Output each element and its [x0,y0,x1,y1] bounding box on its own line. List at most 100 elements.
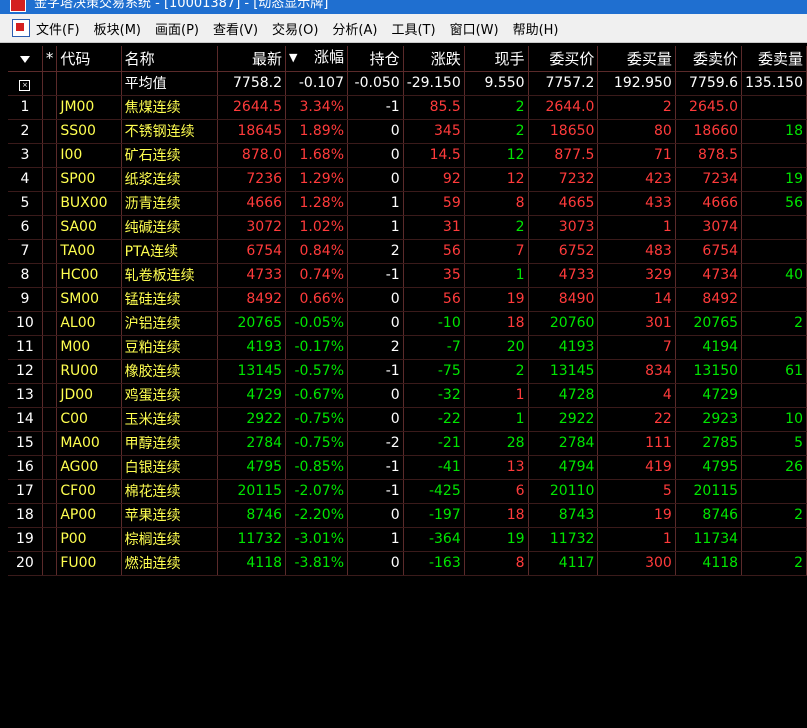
row-pct: 3.34% [285,95,348,120]
table-row[interactable]: 13 JD00 鸡蛋连续 4729 -0.67% 0 -32 1 4728 4 4729 [8,383,807,408]
row-code: CF00 [56,479,122,504]
row-code: AP00 [56,503,122,528]
table-row[interactable]: 5 BUX00 沥青连续 4666 1.28% 1 59 8 4665 433 4666 56 [8,191,807,216]
average-row[interactable]: × 平均值 7758.2 -0.107 -0.050 -29.150 9.550… [8,71,807,96]
table-row[interactable]: 15 MA00 甲醇连续 2784 -0.75% -2 -21 28 2784 111 2785 5 [8,431,807,456]
row-bidvol: 1 [597,527,676,552]
avg-pct: -0.107 [285,71,348,96]
row-bid: 4117 [528,551,599,576]
menu-tools[interactable]: 工具(T) [391,19,435,38]
table-row[interactable]: 7 TA00 PTA连续 6754 0.84% 2 56 7 6752 483 6754 [8,239,807,264]
row-star [42,95,58,120]
avg-ask: 7759.6 [675,71,743,96]
row-name: 白银连续 [121,455,219,480]
row-pct: -3.01% [285,527,348,552]
table-row[interactable]: 11 M00 豆粕连续 4193 -0.17% 2 -7 20 4193 7 4194 [8,335,807,360]
row-star [42,551,58,576]
row-last: 2784 [217,431,287,456]
column-menu-button[interactable] [8,46,43,72]
table-row[interactable]: 8 HC00 轧卷板连续 4733 0.74% -1 35 1 4733 329 4734 40 [8,263,807,288]
table-row[interactable]: 20 FU00 燃油连续 4118 -3.81% 0 -163 8 4117 300 4118 2 [8,551,807,576]
row-pct: 0.84% [285,239,348,264]
table-row[interactable]: 12 RU00 橡胶连续 13145 -0.57% -1 -75 2 13145 834 13150… [8,359,807,384]
row-chg: -22 [403,407,465,432]
menu-file[interactable]: 文件(F) [36,19,80,38]
header-bidvol[interactable]: 委买量 [597,46,676,72]
row-star [42,119,58,144]
row-last: 8746 [217,503,287,528]
row-bidvol: 7 [597,335,676,360]
table-row[interactable]: 19 P00 棕榈连续 11732 -3.01% 1 -364 19 11732 1 11734 [8,527,807,552]
header-oi[interactable]: 持仓 [347,46,404,72]
header-bid[interactable]: 委买价 [528,46,599,72]
table-row[interactable]: 6 SA00 纯碱连续 3072 1.02% 1 31 2 3073 1 3074 [8,215,807,240]
header-chg[interactable]: 涨跌 [403,46,465,72]
menu-help[interactable]: 帮助(H) [513,19,559,38]
row-pct: 0.74% [285,263,348,288]
row-index: 16 [8,455,43,480]
avg-bidvol: 192.950 [597,71,676,96]
header-last[interactable]: 最新 [217,46,287,72]
row-index: 2 [8,119,43,144]
row-vol: 18 [464,311,529,336]
row-index: 8 [8,263,43,288]
table-row[interactable]: 1 JM00 焦煤连续 2644.5 3.34% -1 85.5 2 2644.0 2 2645.0 [8,95,807,120]
row-oi: 0 [347,503,404,528]
row-index: 5 [8,191,43,216]
row-code: M00 [56,335,122,360]
row-pct: 1.29% [285,167,348,192]
header-askvol[interactable]: 委卖量 [741,46,807,72]
row-last: 11732 [217,527,287,552]
row-bidvol: 433 [597,191,676,216]
row-oi: -1 [347,359,404,384]
row-name: 纸浆连续 [121,167,219,192]
header-star[interactable]: * [42,46,58,72]
menu-analysis[interactable]: 分析(A) [332,19,377,38]
table-row[interactable]: 17 CF00 棉花连续 20115 -2.07% -1 -425 6 20110 5 20115 [8,479,807,504]
row-askvol: 26 [741,455,807,480]
row-oi: -2 [347,431,404,456]
row-askvol: 56 [741,191,807,216]
header-name[interactable]: 名称 [121,46,219,72]
row-ask: 4194 [675,335,743,360]
row-askvol [741,479,807,504]
header-ask[interactable]: 委卖价 [675,46,743,72]
row-last: 4795 [217,455,287,480]
row-bidvol: 1 [597,215,676,240]
table-row[interactable]: 4 SP00 纸浆连续 7236 1.29% 0 92 12 7232 423 7234 19 [8,167,807,192]
document-icon[interactable] [12,19,30,37]
row-code: FU00 [56,551,122,576]
row-bid: 2922 [528,407,599,432]
table-row[interactable]: 2 SS00 不锈钢连续 18645 1.89% 0 345 2 18650 80 18660 18 [8,119,807,144]
row-bidvol: 419 [597,455,676,480]
header-vol[interactable]: 现手 [464,46,529,72]
row-pct: -2.20% [285,503,348,528]
row-last: 13145 [217,359,287,384]
header-pct[interactable]: ▼ 涨幅 [285,46,348,72]
row-star [42,359,58,384]
table-row[interactable]: 10 AL00 沪铝连续 20765 -0.05% 0 -10 18 20760 301 20765… [8,311,807,336]
menu-view[interactable]: 查看(V) [213,19,258,38]
header-code[interactable]: 代码 [56,46,122,72]
row-star [42,527,58,552]
row-bid: 7232 [528,167,599,192]
row-chg: 59 [403,191,465,216]
menu-sector[interactable]: 板块(M) [94,19,141,38]
row-vol: 1 [464,383,529,408]
table-row[interactable]: 14 C00 玉米连续 2922 -0.75% 0 -22 1 2922 22 2923 10 [8,407,807,432]
menu-bar: 文件(F) 板块(M) 画面(P) 查看(V) 交易(O) 分析(A) 工具(T… [0,14,807,43]
row-askvol: 10 [741,407,807,432]
row-oi: 0 [347,167,404,192]
table-row[interactable]: 9 SM00 锰硅连续 8492 0.66% 0 56 19 8490 14 8492 [8,287,807,312]
menu-window[interactable]: 窗口(W) [450,19,499,38]
row-code: AL00 [56,311,122,336]
table-row[interactable]: 18 AP00 苹果连续 8746 -2.20% 0 -197 18 8743 19 8746 2 [8,503,807,528]
row-index: 13 [8,383,43,408]
menu-trade[interactable]: 交易(O) [272,19,318,38]
row-star [42,383,58,408]
row-bidvol: 423 [597,167,676,192]
row-bidvol: 111 [597,431,676,456]
table-row[interactable]: 16 AG00 白银连续 4795 -0.85% -1 -41 13 4794 419 4795 26 [8,455,807,480]
menu-view-panel[interactable]: 画面(P) [155,19,199,38]
table-row[interactable]: 3 I00 矿石连续 878.0 1.68% 0 14.5 12 877.5 71 878.5 [8,143,807,168]
